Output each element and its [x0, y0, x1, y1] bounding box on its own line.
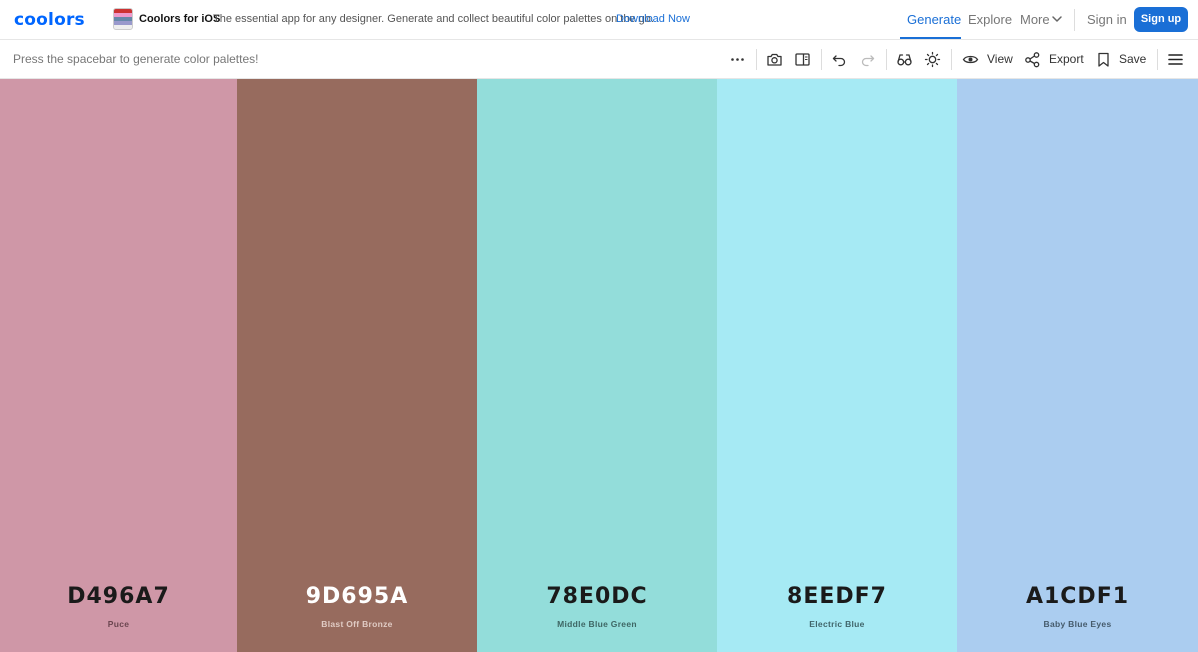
- promo-title: Coolors for iOS: [139, 13, 221, 25]
- swatch-color-name: Puce: [107, 619, 130, 629]
- color-palette: D496A7 Puce 9D695A Blast Off Bronze 78E0…: [0, 79, 1198, 652]
- toolbar-divider: [1157, 49, 1158, 70]
- color-swatch[interactable]: D496A7 Puce: [0, 79, 237, 652]
- swatch-hex-code[interactable]: 9D695A: [237, 584, 477, 609]
- swatch-color-name: Middle Blue Green: [557, 619, 637, 629]
- swatch-color-name: Blast Off Bronze: [321, 619, 393, 629]
- sidebar-panel-icon[interactable]: [794, 51, 811, 68]
- swatch-hex-code[interactable]: 78E0DC: [477, 584, 717, 609]
- view-button[interactable]: View: [987, 52, 1013, 66]
- nav-more[interactable]: More: [1020, 12, 1050, 27]
- save-button[interactable]: Save: [1119, 52, 1146, 66]
- swatch-hex-code[interactable]: 8EEDF7: [717, 584, 957, 609]
- color-swatch[interactable]: 78E0DC Middle Blue Green: [477, 79, 717, 652]
- camera-icon[interactable]: [766, 51, 783, 68]
- undo-icon[interactable]: [831, 51, 848, 68]
- glasses-icon[interactable]: [896, 51, 913, 68]
- eye-icon[interactable]: [962, 51, 979, 68]
- nav-explore[interactable]: Explore: [968, 12, 1012, 27]
- sun-icon[interactable]: [924, 51, 941, 68]
- nav-active-indicator: [900, 37, 961, 39]
- swatch-hex-code[interactable]: D496A7: [0, 584, 237, 609]
- coolors-logo[interactable]: coolors: [14, 10, 85, 30]
- hamburger-menu-icon[interactable]: [1167, 51, 1184, 68]
- spacebar-hint: Press the spacebar to generate color pal…: [13, 52, 259, 66]
- color-swatch[interactable]: 9D695A Blast Off Bronze: [237, 79, 477, 652]
- nav-generate[interactable]: Generate: [907, 12, 961, 27]
- share-icon[interactable]: [1024, 51, 1041, 68]
- chevron-down-icon[interactable]: [1051, 14, 1063, 24]
- swatch-color-name: Baby Blue Eyes: [1043, 619, 1112, 629]
- swatch-hex-code[interactable]: A1CDF1: [957, 584, 1198, 609]
- sign-in-link[interactable]: Sign in: [1087, 12, 1127, 27]
- bookmark-icon[interactable]: [1095, 51, 1112, 68]
- more-dots-icon[interactable]: [729, 51, 746, 68]
- swatch-color-name: Electric Blue: [809, 619, 865, 629]
- color-swatch[interactable]: 8EEDF7 Electric Blue: [717, 79, 957, 652]
- toolbar-divider: [951, 49, 952, 70]
- toolbar-divider: [821, 49, 822, 70]
- promo-text: The essential app for any designer. Gene…: [213, 13, 654, 25]
- toolbar-divider: [886, 49, 887, 70]
- palette-toolbar: Press the spacebar to generate color pal…: [0, 40, 1198, 79]
- ios-app-thumbnail-icon: [113, 8, 133, 30]
- top-navigation: coolors Coolors for iOS The essential ap…: [0, 0, 1198, 40]
- sign-up-button[interactable]: Sign up: [1134, 7, 1188, 32]
- export-button[interactable]: Export: [1049, 52, 1084, 66]
- download-now-link[interactable]: Download Now: [616, 13, 690, 25]
- nav-divider: [1074, 9, 1075, 31]
- redo-icon[interactable]: [859, 51, 876, 68]
- toolbar-divider: [756, 49, 757, 70]
- color-swatch[interactable]: A1CDF1 Baby Blue Eyes: [957, 79, 1198, 652]
